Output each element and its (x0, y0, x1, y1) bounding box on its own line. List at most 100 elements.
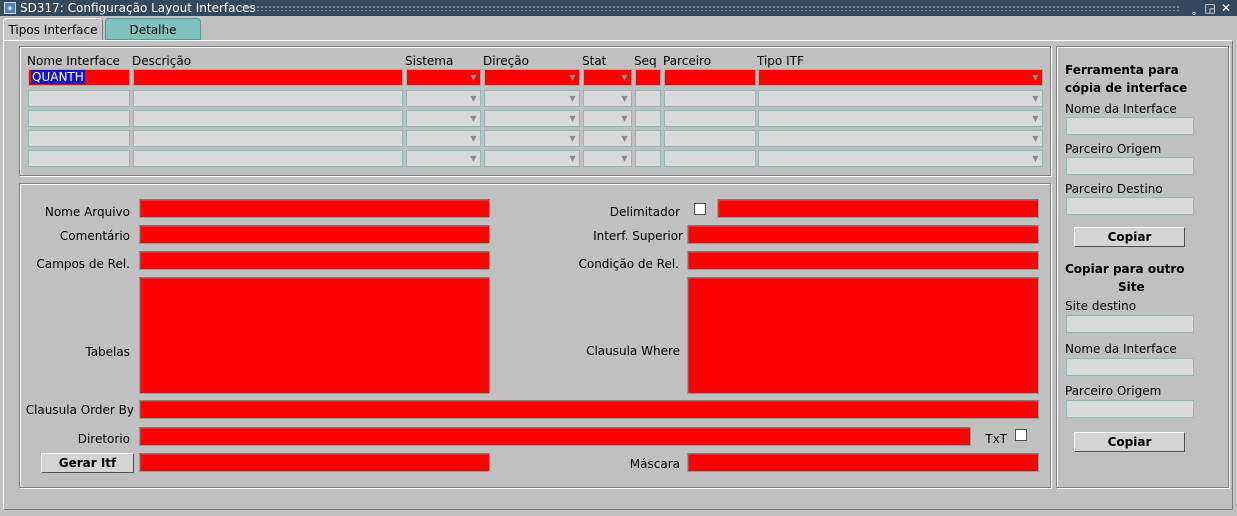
grid-cell-seq[interactable] (635, 90, 661, 107)
grid-cell-descricao[interactable] (133, 110, 403, 127)
label-mascara: Máscara (629, 457, 680, 471)
grid-cell-direcao[interactable]: ▼ (484, 130, 580, 147)
window-title: SD317: Configuração Layout Interfaces (20, 1, 256, 15)
dropdown-arrow-icon[interactable]: ▼ (1029, 131, 1042, 146)
grid-cell-descricao[interactable] (133, 130, 403, 147)
label-interf-superior: Interf. Superior (593, 229, 683, 243)
titlebar-grip (240, 5, 1180, 11)
grid-cell-tipo[interactable]: ▼ (758, 150, 1043, 167)
grid-cell-stat[interactable]: ▼ (583, 150, 632, 167)
dropdown-arrow-icon[interactable]: ▼ (1029, 70, 1042, 85)
nome-arquivo-field[interactable] (139, 199, 490, 218)
campos-rel-field[interactable] (139, 251, 490, 270)
copiar-site-button[interactable]: Copiar (1074, 432, 1185, 452)
grid-cell-nome[interactable] (28, 150, 130, 167)
condicao-rel-field[interactable] (687, 251, 1039, 270)
comentario-field[interactable] (139, 225, 490, 244)
dropdown-arrow-icon[interactable]: ▼ (618, 131, 631, 146)
dropdown-arrow-icon[interactable]: ▼ (618, 151, 631, 166)
dropdown-arrow-icon[interactable]: ▼ (566, 70, 579, 85)
grid-cell-direcao[interactable]: ▼ (484, 150, 580, 167)
tab-tipos-interface[interactable]: Tipos Interface (3, 18, 103, 40)
grid-cell-nome[interactable] (28, 110, 130, 127)
grid-cell-parceiro[interactable] (664, 69, 756, 86)
grid-cell-direcao[interactable]: ▼ (484, 90, 580, 107)
grid-cell-stat[interactable]: ▼ (583, 90, 632, 107)
grid-cell-sistema[interactable]: ▼ (406, 110, 481, 127)
dropdown-arrow-icon[interactable]: ▼ (618, 70, 631, 85)
dropdown-arrow-icon[interactable]: ▼ (467, 131, 480, 146)
copy-tool-title-1: Ferramenta para (1065, 63, 1179, 77)
grid-cell-sistema[interactable]: ▼ (406, 69, 481, 86)
grid-cell-tipo[interactable]: ▼ (758, 90, 1043, 107)
grid-cell-text: QUANTH (31, 70, 85, 84)
grid-cell-tipo[interactable]: ▼ (758, 130, 1043, 147)
clausula-order-by-field[interactable] (139, 400, 1039, 419)
gerar-itf-field[interactable] (139, 453, 490, 472)
grid-cell-parceiro[interactable] (664, 90, 756, 107)
grid-cell-seq[interactable] (635, 150, 661, 167)
diretorio-field[interactable] (139, 427, 971, 446)
grid-cell-seq[interactable] (635, 110, 661, 127)
dropdown-arrow-icon[interactable]: ▼ (566, 111, 579, 126)
delimitador-field[interactable] (717, 199, 1039, 218)
label-parceiro-origem-copy: Parceiro Origem (1065, 142, 1162, 156)
grid-cell-nome[interactable] (28, 90, 130, 107)
tabelas-textarea[interactable] (139, 277, 490, 394)
delimitador-checkbox[interactable] (694, 203, 706, 215)
close-icon[interactable]: ✕ (1219, 1, 1233, 15)
gerar-itf-button[interactable]: Gerar Itf (41, 453, 134, 473)
dropdown-arrow-icon[interactable]: ▼ (467, 151, 480, 166)
dropdown-arrow-icon[interactable]: ▼ (618, 111, 631, 126)
tab-detalhe[interactable]: Detalhe (105, 18, 201, 40)
maximize-icon[interactable]: ◲ (1203, 1, 1217, 15)
grid-cell-nome[interactable] (28, 130, 130, 147)
copy-parceiro-destino-field[interactable] (1066, 197, 1194, 215)
dropdown-arrow-icon[interactable]: ▼ (566, 91, 579, 106)
interf-superior-field[interactable] (687, 225, 1039, 244)
grid-cell-seq[interactable] (635, 130, 661, 147)
site-destino-field[interactable] (1066, 315, 1194, 333)
grid-cell-descricao[interactable] (133, 150, 403, 167)
dropdown-arrow-icon[interactable]: ▼ (467, 91, 480, 106)
dropdown-arrow-icon[interactable]: ▼ (1029, 111, 1042, 126)
grid-cell-descricao[interactable] (133, 90, 403, 107)
grid-cell-direcao[interactable]: ▼ (484, 69, 580, 86)
grid-cell-stat[interactable]: ▼ (583, 130, 632, 147)
grid-cell-sistema[interactable]: ▼ (406, 130, 481, 147)
grid-cell-seq[interactable] (635, 69, 661, 86)
grid-cell-parceiro[interactable] (664, 130, 756, 147)
label-txt: TxT (985, 432, 1007, 446)
dropdown-arrow-icon[interactable]: ▼ (1029, 91, 1042, 106)
site-nome-interface-field[interactable] (1066, 358, 1194, 376)
copiar-interface-button[interactable]: Copiar (1074, 227, 1185, 247)
copy-nome-interface-field[interactable] (1066, 117, 1194, 135)
minimize-icon[interactable]: ˳ (1187, 1, 1201, 15)
dropdown-arrow-icon[interactable]: ▼ (467, 111, 480, 126)
dropdown-arrow-icon[interactable]: ▼ (566, 131, 579, 146)
grid-cell-tipo[interactable]: ▼ (758, 110, 1043, 127)
grid-cell-descricao[interactable] (133, 69, 403, 86)
grid-cell-stat[interactable]: ▼ (583, 69, 632, 86)
dropdown-arrow-icon[interactable]: ▼ (1029, 151, 1042, 166)
oracle-forms-icon: ◈ (4, 2, 16, 14)
copy-site-title-1: Copiar para outro (1065, 262, 1185, 276)
grid-cell-stat[interactable]: ▼ (583, 110, 632, 127)
txt-checkbox[interactable] (1015, 429, 1027, 441)
mascara-field[interactable] (687, 453, 1039, 472)
dropdown-arrow-icon[interactable]: ▼ (618, 91, 631, 106)
grid-cell-tipo[interactable]: ▼ (758, 69, 1043, 86)
grid-cell-parceiro[interactable] (664, 110, 756, 127)
window-titlebar: ◈ SD317: Configuração Layout Interfaces … (0, 0, 1237, 16)
grid-cell-sistema[interactable]: ▼ (406, 90, 481, 107)
dropdown-arrow-icon[interactable]: ▼ (566, 151, 579, 166)
grid-cell-direcao[interactable]: ▼ (484, 110, 580, 127)
clausula-where-textarea[interactable] (687, 277, 1039, 394)
grid-cell-nome[interactable]: QUANTH (28, 69, 130, 86)
copy-parceiro-origem-field[interactable] (1066, 157, 1194, 175)
site-parceiro-origem-field[interactable] (1066, 400, 1194, 418)
grid-cell-parceiro[interactable] (664, 150, 756, 167)
dropdown-arrow-icon[interactable]: ▼ (467, 70, 480, 85)
grid-cell-sistema[interactable]: ▼ (406, 150, 481, 167)
label-diretorio: Diretorio (77, 432, 130, 446)
